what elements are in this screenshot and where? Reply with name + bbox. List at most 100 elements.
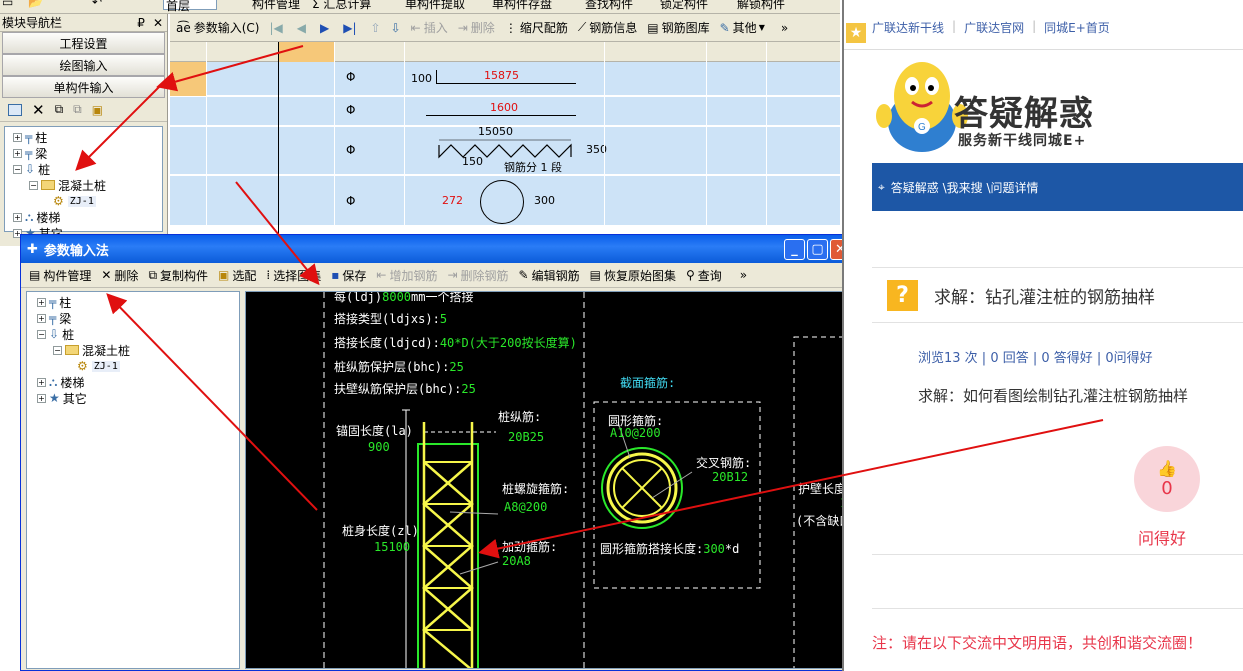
nav-single-input[interactable]: 单构件输入 bbox=[2, 76, 165, 98]
grid-row[interactable]: Φ 100 15875 bbox=[170, 62, 840, 96]
next-record-button[interactable]: ▶ bbox=[320, 21, 329, 35]
copy-icon: ⧉ bbox=[148, 267, 158, 282]
rebar-info-button[interactable]: ⟋ 钢筋信息 bbox=[578, 19, 637, 36]
new-icon[interactable]: ▭ bbox=[2, 0, 13, 9]
tree-item-zj1[interactable]: ⚙ ZJ-1 bbox=[13, 193, 162, 209]
column-icon: ╤ bbox=[25, 130, 33, 144]
like-button[interactable]: 👍 0 bbox=[1134, 446, 1200, 512]
collapse-icon[interactable]: − bbox=[53, 345, 62, 355]
toolbar-more[interactable]: » bbox=[781, 21, 788, 35]
delete-button[interactable]: ✕ 删除 bbox=[101, 267, 138, 284]
question-stats[interactable]: 浏览13 次 | 0 回答 | 0 答得好 | 0问得好 bbox=[918, 347, 1153, 366]
copy-icon[interactable]: ⧉ bbox=[55, 102, 64, 117]
bookmark-glodon-site[interactable]: 广联达官网 bbox=[964, 19, 1024, 36]
move-up-button[interactable]: ⇧ bbox=[371, 21, 381, 35]
divider bbox=[872, 554, 1243, 555]
tree-item-zj1[interactable]: ⚙ ZJ-1 bbox=[37, 358, 239, 374]
scale-rebar-button[interactable]: ⋮ 缩尺配筋 bbox=[505, 19, 568, 36]
grid-row[interactable]: Φ 272 300 bbox=[170, 176, 840, 226]
param-input-button[interactable]: a͡e 参数输入(C) bbox=[176, 19, 260, 36]
other-menu[interactable]: ✎ 其他 ▼ bbox=[720, 19, 765, 36]
delete-rebar-button[interactable]: ⇥ 删除钢筋 bbox=[447, 267, 508, 284]
expand-icon[interactable]: + bbox=[13, 148, 22, 158]
expand-icon[interactable]: + bbox=[37, 377, 46, 387]
chevron-down-icon: ▼ bbox=[758, 23, 765, 32]
tree-item-concrete-pile[interactable]: − 混凝土桩 bbox=[37, 342, 239, 358]
nav-title-bar: 模块导航栏 ₽ ✕ bbox=[0, 14, 167, 32]
unlock-component-button[interactable]: 解锁构件 bbox=[737, 0, 785, 12]
query-button[interactable]: ⚲ 查询 bbox=[686, 267, 722, 284]
single-extract-button[interactable]: 单构件提取 bbox=[405, 0, 465, 12]
restore-atlas-button[interactable]: ▤ 恢复原始图集 bbox=[590, 267, 676, 284]
single-save-button[interactable]: 单构件存盘 bbox=[492, 0, 552, 12]
pile-icon: ⇩ bbox=[49, 327, 60, 341]
tree-item-column[interactable]: + ╤ 柱 bbox=[13, 129, 162, 145]
grid-line bbox=[278, 42, 279, 246]
tree-item-pile[interactable]: − ⇩ 桩 bbox=[13, 161, 162, 177]
stair-icon: ⛬ bbox=[25, 209, 34, 224]
rebar-library-button[interactable]: ▤ 钢筋图库 bbox=[647, 19, 709, 36]
favorites-star-icon[interactable]: ★ bbox=[846, 23, 866, 43]
select-config-button[interactable]: ▣ 选配 bbox=[218, 267, 256, 284]
first-record-button[interactable]: |◀ bbox=[270, 21, 283, 35]
summary-calc-button[interactable]: Σ 汇总计算 bbox=[312, 0, 371, 12]
edit-rebar-button[interactable]: ✎ 编辑钢筋 bbox=[519, 267, 580, 284]
collapse-icon[interactable]: − bbox=[37, 329, 46, 339]
list-icon[interactable] bbox=[8, 103, 22, 116]
delete-icon[interactable]: ✕ bbox=[32, 101, 45, 119]
open-icon[interactable]: 📂 bbox=[28, 0, 43, 9]
prev-record-button[interactable]: ◀ bbox=[297, 21, 306, 35]
expand-icon[interactable]: + bbox=[13, 212, 22, 222]
collapse-icon[interactable]: − bbox=[13, 164, 22, 174]
nav-drawing-input[interactable]: 绘图输入 bbox=[2, 54, 165, 76]
expand-icon[interactable]: + bbox=[37, 313, 46, 323]
floor-select[interactable]: 首层 bbox=[163, 0, 217, 13]
bookmark-glodon-xgx[interactable]: 广联达新干线 bbox=[872, 19, 944, 36]
tree-item-column[interactable]: + ╤ 柱 bbox=[37, 294, 239, 310]
minimize-button[interactable]: _ bbox=[784, 238, 805, 260]
select-atlas-button[interactable]: ⁞ 选择图集 bbox=[266, 267, 321, 284]
toolbar-more[interactable]: » bbox=[740, 268, 747, 282]
component-manage-button[interactable]: 构件管理 bbox=[252, 0, 300, 12]
nav-project-settings[interactable]: 工程设置 bbox=[2, 32, 165, 54]
find-component-button[interactable]: 查找构件 bbox=[585, 0, 633, 12]
param-input-icon: a͡e bbox=[176, 20, 191, 35]
spiral-label: 桩螺旋箍筋: bbox=[502, 482, 570, 496]
paste-icon[interactable]: ⧉ bbox=[73, 102, 82, 117]
add-rebar-button[interactable]: ⇤ 增加钢筋 bbox=[376, 267, 437, 284]
undo-icon[interactable]: ↶ bbox=[92, 0, 102, 9]
cell-bottom-num: 150 bbox=[462, 155, 483, 168]
nav-title: 模块导航栏 bbox=[2, 16, 63, 30]
tree-item-stair[interactable]: + ⛬ 楼梯 bbox=[13, 209, 162, 225]
grid-row[interactable]: Φ 1600 bbox=[170, 97, 840, 126]
save-button[interactable]: ▪ 保存 bbox=[331, 267, 366, 284]
copy-component-button[interactable]: ⧉ 复制构件 bbox=[148, 267, 208, 284]
expand-icon[interactable]: + bbox=[13, 132, 22, 142]
civility-notice: 注：请在以下交流中文明用语，共创和谐交流圈！ bbox=[872, 634, 1203, 652]
cell-left-num: 100 bbox=[411, 72, 432, 85]
insert-button[interactable]: ⇤ 插入 bbox=[411, 19, 448, 36]
lock-component-button[interactable]: 锁定构件 bbox=[660, 0, 708, 12]
tree-item-stair[interactable]: + ⛬ 楼梯 bbox=[37, 374, 239, 390]
clipboard-icon[interactable]: ▣ bbox=[92, 103, 103, 117]
tree-item-concrete-pile[interactable]: − 混凝土桩 bbox=[13, 177, 162, 193]
add-rebar-icon: ⇤ bbox=[376, 268, 387, 282]
expand-icon[interactable]: + bbox=[37, 297, 46, 307]
tree-item-beam[interactable]: + ╤ 梁 bbox=[37, 310, 239, 326]
breadcrumb[interactable]: 答疑解惑 \我来搜 \问题详情 bbox=[891, 179, 1039, 196]
tree-item-beam[interactable]: + ╤ 梁 bbox=[13, 145, 162, 161]
tree-item-other[interactable]: +★其它 bbox=[37, 390, 239, 406]
maximize-button[interactable]: ▢ bbox=[807, 238, 828, 260]
last-record-button[interactable]: ▶| bbox=[343, 21, 356, 35]
component-manage-button[interactable]: ▤ 构件管理 bbox=[29, 267, 91, 284]
close-icon[interactable]: ✕ bbox=[153, 16, 163, 30]
tree-item-pile[interactable]: − ⇩ 桩 bbox=[37, 326, 239, 342]
delete-button[interactable]: ⇥ 删除 bbox=[458, 19, 495, 36]
pin-icon[interactable]: ₽ bbox=[137, 16, 145, 30]
bookmark-tongcheng-home[interactable]: 同城E+首页 bbox=[1044, 19, 1110, 36]
pile-drawing-canvas[interactable]: 每(ldj)8000mm一个搭接 搭接类型(ldjxs):5 搭接长度(ldjc… bbox=[245, 291, 851, 669]
grid-row[interactable]: Φ 15050 350 150 钢筋分 1 段 bbox=[170, 125, 840, 175]
move-down-button[interactable]: ⇩ bbox=[391, 21, 401, 35]
collapse-icon[interactable]: − bbox=[29, 180, 38, 190]
expand-icon[interactable]: + bbox=[37, 393, 46, 403]
